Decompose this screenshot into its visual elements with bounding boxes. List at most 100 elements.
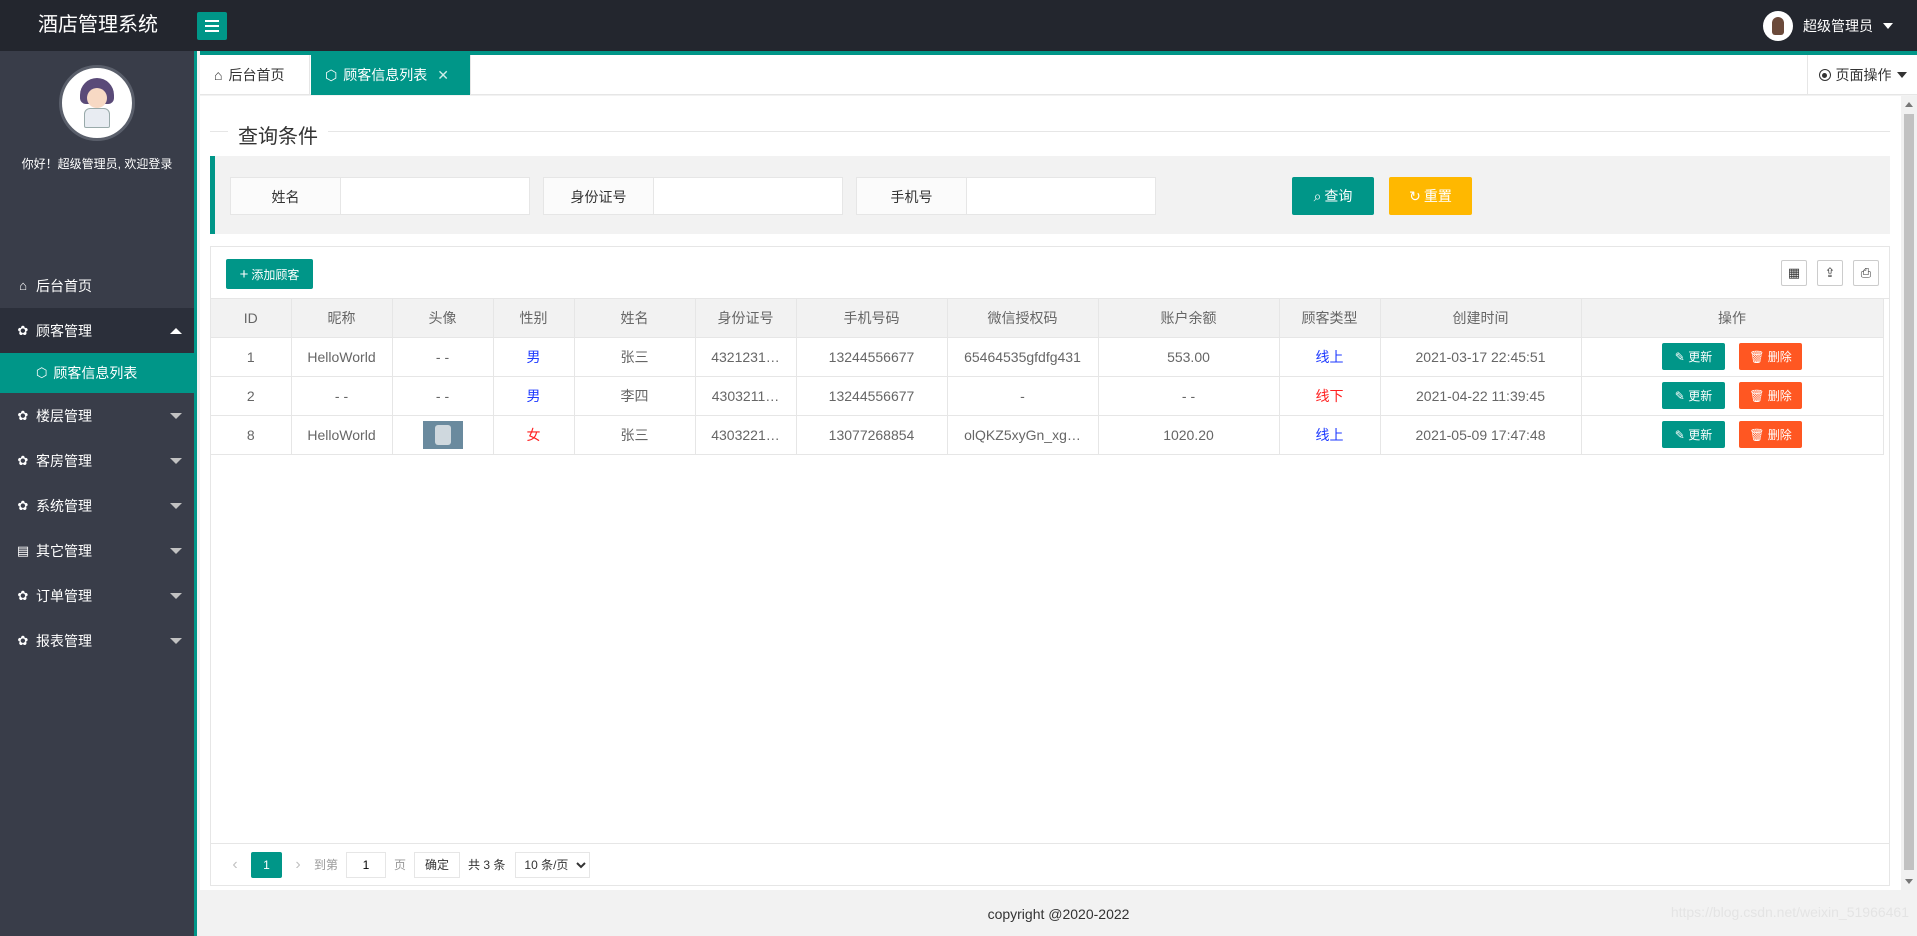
add-customer-button[interactable]: + 添加顾客 [226,259,313,289]
customer-table-panel: + 添加顾客 ▦ ⇪ ⎙ ID 昵称 头像 性别 姓名 身份证号 手机号码 微信… [210,246,1890,886]
cell-idcard: 4303221… [695,415,797,455]
query-button[interactable]: ⌕ 查询 [1292,177,1374,215]
page-number-current[interactable]: 1 [251,851,282,878]
print-icon[interactable]: ⎙ [1853,260,1879,286]
sidebar-item-report[interactable]: ✿ 报表管理 [0,618,194,663]
page-ops-label: 页面操作 [1835,67,1892,83]
table-tools: ▦ ⇪ ⎙ [1781,260,1879,286]
chevron-down-icon [1896,72,1907,78]
top-header: 酒店管理系统 超级管理员 [0,0,1917,51]
reset-button[interactable]: ↻ 重置 [1389,177,1472,215]
column-header[interactable]: 性别 [493,299,575,338]
sidebar-item-label: 报表管理 [36,632,92,649]
cell-avatar [392,415,494,455]
cell-actions: ✎ 更新 🗑 删除 [1581,376,1884,416]
update-button[interactable]: ✎ 更新 [1662,421,1725,448]
table-row[interactable]: 1 HelloWorld - - 男 张三 4321231… 132445566… [211,337,1884,377]
columns-filter-icon[interactable]: ▦ [1781,260,1807,286]
avatar-thumbnail[interactable] [422,420,463,449]
clipboard-icon: ▤ [16,542,30,558]
prev-page-icon[interactable]: ‹ [223,856,247,874]
tab-home[interactable]: ⌂ 后台首页 [200,55,310,95]
column-header[interactable]: 账户余额 [1098,299,1280,338]
edit-icon: ✎ [1674,349,1685,364]
cell-gender: 男 [493,376,575,416]
menu-toggle-button[interactable] [197,12,227,40]
column-header[interactable]: 微信授权码 [947,299,1099,338]
sidebar: 你好！超级管理员, 欢迎登录 ⌂ 后台首页 ✿ 顾客管理 ⬡ 顾客信息列表 ✿ … [0,51,197,936]
column-header[interactable]: 头像 [392,299,494,338]
cell-wechat: - [947,376,1099,416]
column-header[interactable]: 手机号码 [796,299,948,338]
tab-customer-list[interactable]: ⬡ 顾客信息列表 ✕ [311,55,471,95]
sidebar-item-label: 订单管理 [36,587,92,604]
phone-field: 手机号 [856,177,1156,215]
name-input[interactable] [340,177,530,215]
trash-icon: 🗑 [1749,427,1765,442]
page-jump-input[interactable] [346,851,387,878]
query-label: 查询 [1324,188,1353,204]
cell-balance: - - [1098,376,1280,416]
column-header[interactable]: 顾客类型 [1279,299,1381,338]
cell-id: 8 [211,415,292,455]
sidebar-item-other[interactable]: ▤ 其它管理 [0,528,194,573]
gear-icon: ✿ [17,632,29,648]
sidebar-item-order[interactable]: ✿ 订单管理 [0,573,194,618]
name-label: 姓名 [230,177,340,215]
cell-actions: ✎ 更新 🗑 删除 [1581,415,1884,455]
main-content: 查询条件 姓名 身份证号 手机号 ⌕ 查询 ↻ 重置 + 添加顾客 ▦ ⇪ ⎙ … [200,96,1901,890]
export-icon[interactable]: ⇪ [1817,260,1843,286]
delete-button[interactable]: 🗑 删除 [1739,382,1802,409]
sidebar-item-system[interactable]: ✿ 系统管理 [0,483,194,528]
column-header[interactable]: 操作 [1581,299,1884,338]
user-menu[interactable]: 超级管理员 [1763,0,1893,51]
customer-table: ID 昵称 头像 性别 姓名 身份证号 手机号码 微信授权码 账户余额 顾客类型… [211,299,1884,455]
cell-id: 1 [211,337,292,377]
delete-button[interactable]: 🗑 删除 [1739,421,1802,448]
sidebar-item-home[interactable]: ⌂ 后台首页 [0,263,194,308]
column-header[interactable]: 姓名 [574,299,696,338]
plus-icon: + [239,265,249,283]
user-avatar [1763,10,1793,41]
idcard-input[interactable] [653,177,843,215]
phone-input[interactable] [966,177,1156,215]
sidebar-item-room[interactable]: ✿ 客房管理 [0,438,194,483]
delete-button[interactable]: 🗑 删除 [1739,343,1802,370]
sidebar-subitem-customer-list[interactable]: ⬡ 顾客信息列表 [0,353,194,393]
goto-label: 到第 [314,858,339,872]
chevron-down-icon [170,593,182,599]
column-header[interactable]: 创建时间 [1380,299,1582,338]
vertical-scrollbar[interactable] [1901,96,1917,890]
cell-nickname: HelloWorld [291,337,393,377]
sidebar-item-label: 系统管理 [36,497,92,514]
search-fieldset: 查询条件 [210,104,1890,149]
sidebar-item-floor[interactable]: ✿ 楼层管理 [0,393,194,438]
page-operations-button[interactable]: 页面操作 [1807,55,1917,95]
sidebar-item-customer[interactable]: ✿ 顾客管理 [0,308,194,353]
page-size-select[interactable]: 10 条/页 [515,851,591,878]
cell-type: 线上 [1279,337,1381,377]
column-header[interactable]: 身份证号 [695,299,797,338]
table-row[interactable]: 2 - - - - 男 李四 4303211… 13244556677 - - … [211,376,1884,416]
cell-type: 线下 [1279,376,1381,416]
page-confirm-button[interactable]: 确定 [414,851,461,878]
close-icon[interactable]: ✕ [437,67,449,84]
table-row[interactable]: 8 HelloWorld 女 张三 4303221… 13077268854 o… [211,415,1884,455]
update-button[interactable]: ✎ 更新 [1662,343,1725,370]
scrollbar-thumb[interactable] [1904,114,1914,870]
cell-name: 李四 [574,376,696,416]
avatar [59,65,135,141]
chevron-up-icon [170,328,182,334]
app-title: 酒店管理系统 [38,14,158,36]
column-header[interactable]: ID [211,299,292,338]
page-unit-label: 页 [394,858,407,872]
column-header[interactable]: 昵称 [291,299,393,338]
scroll-up-icon[interactable] [1905,102,1913,107]
next-page-icon[interactable]: › [286,856,310,874]
scroll-down-icon[interactable] [1905,879,1913,884]
update-label: 更新 [1688,389,1713,403]
idcard-label: 身份证号 [543,177,653,215]
watermark: https://blog.csdn.net/weixin_51966461 [1670,904,1909,920]
update-button[interactable]: ✎ 更新 [1662,382,1725,409]
cell-wechat: 65464535gfdfg431 [947,337,1099,377]
